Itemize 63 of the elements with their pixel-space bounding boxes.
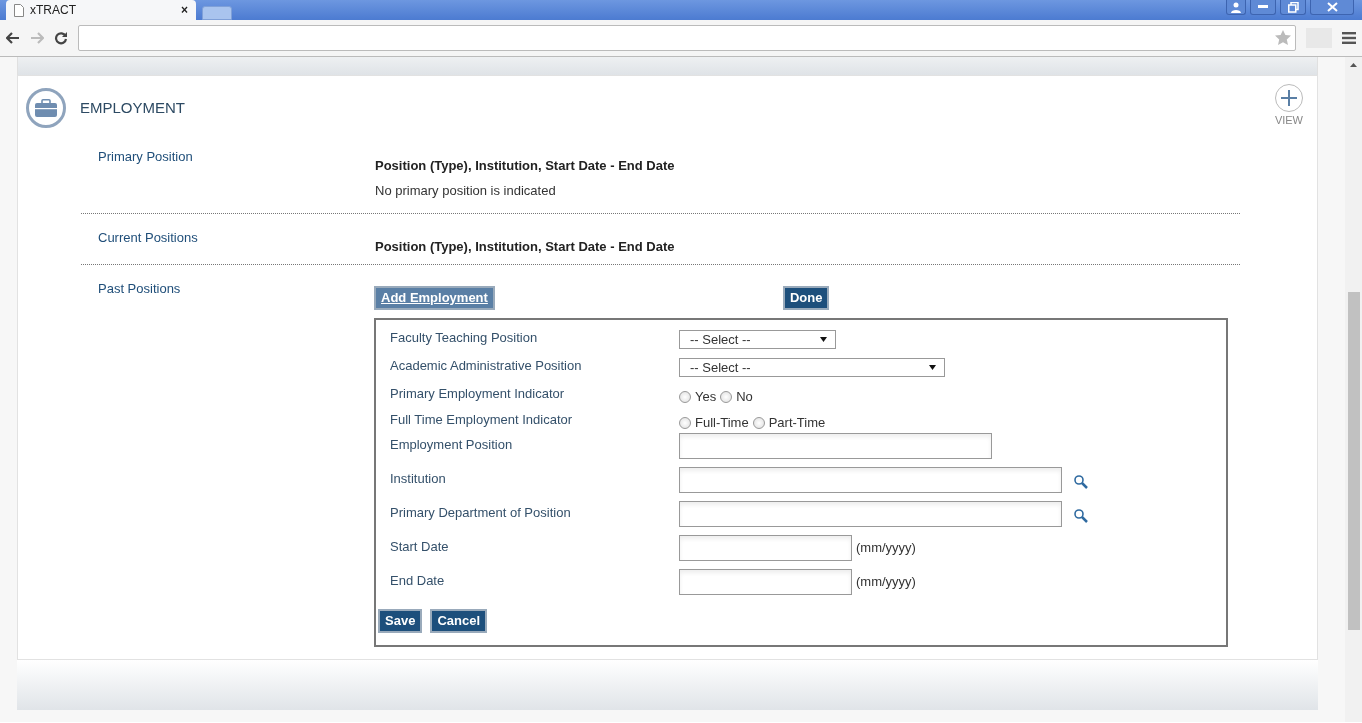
save-button[interactable]: Save [378,609,423,633]
field-label: Employment Position [390,436,514,454]
row-label: Current Positions [97,228,199,247]
reload-icon[interactable] [54,31,68,45]
format-hint: (mm/yyyy) [856,539,916,558]
address-bar[interactable] [78,25,1296,51]
option-label: Part-Time [768,414,826,432]
forward-icon[interactable] [30,32,44,44]
new-tab-button[interactable] [202,6,232,20]
scroll-up-icon[interactable] [1350,63,1357,67]
cancel-button[interactable]: Cancel [430,609,487,633]
done-button[interactable]: Done [782,286,830,310]
section-title: EMPLOYMENT [80,98,185,118]
column-heading: Position (Type), Institution, Start Date - End Date [375,237,675,256]
close-window-button[interactable] [1310,0,1354,15]
minimize-icon [1258,5,1268,9]
field-label: Institution [390,470,447,488]
field-label: Primary Department of Position [390,504,572,522]
radio-button[interactable] [720,390,733,403]
empty-message: No primary position is indicated [375,182,557,200]
text-field[interactable] [679,467,1062,493]
row-label: Primary Position [97,147,194,166]
radio-button[interactable] [679,416,691,429]
tab-title: xTRACT [30,2,77,19]
field-label: Academic Administrative Position [390,357,583,375]
format-hint: (mm/yyyy) [856,573,916,592]
field-label: Primary Employment Indicator [390,385,566,403]
column-heading: Position (Type), Institution, Start Date - End Date [375,156,675,175]
date-field[interactable] [679,535,852,561]
browser-tab[interactable]: xTRACT × [6,0,196,20]
close-tab-button[interactable]: × [181,1,188,19]
scrollbar-thumb[interactable] [1347,292,1360,630]
profile-icon[interactable] [1226,0,1246,15]
option-label: No [736,388,753,406]
minimize-button[interactable] [1250,0,1276,15]
row-label: Past Positions [97,280,182,298]
scrollbar[interactable] [1345,57,1362,722]
text-field[interactable] [679,501,1062,527]
person-icon [1231,1,1241,13]
close-icon [1326,2,1338,12]
field-label: Start Date [390,538,450,556]
view-link[interactable]: VIEW [1274,112,1303,129]
dropdown[interactable]: -- Select -- [679,358,945,377]
caret-icon [929,365,936,370]
restore-button[interactable] [1280,0,1306,15]
dropdown[interactable]: -- Select -- [679,330,836,349]
caret-icon [820,337,827,342]
back-icon[interactable] [6,32,20,44]
restore-icon [1287,1,1299,13]
page-icon [14,3,24,17]
radio-button[interactable] [679,390,691,403]
radio-button[interactable] [752,416,765,429]
field-label: Full Time Employment Indicator [390,411,574,429]
bookmark-star-icon[interactable] [1275,30,1291,46]
field-label: End Date [390,572,446,590]
field-label: Faculty Teaching Position [390,329,539,347]
date-field[interactable] [679,569,852,595]
add-employment-button[interactable]: Add Employment [374,286,495,310]
option-label: Full-Time [695,414,749,432]
briefcase-icon [26,88,66,129]
text-field[interactable] [679,433,992,459]
option-label: Yes [695,388,717,406]
menu-icon[interactable] [1342,32,1356,44]
